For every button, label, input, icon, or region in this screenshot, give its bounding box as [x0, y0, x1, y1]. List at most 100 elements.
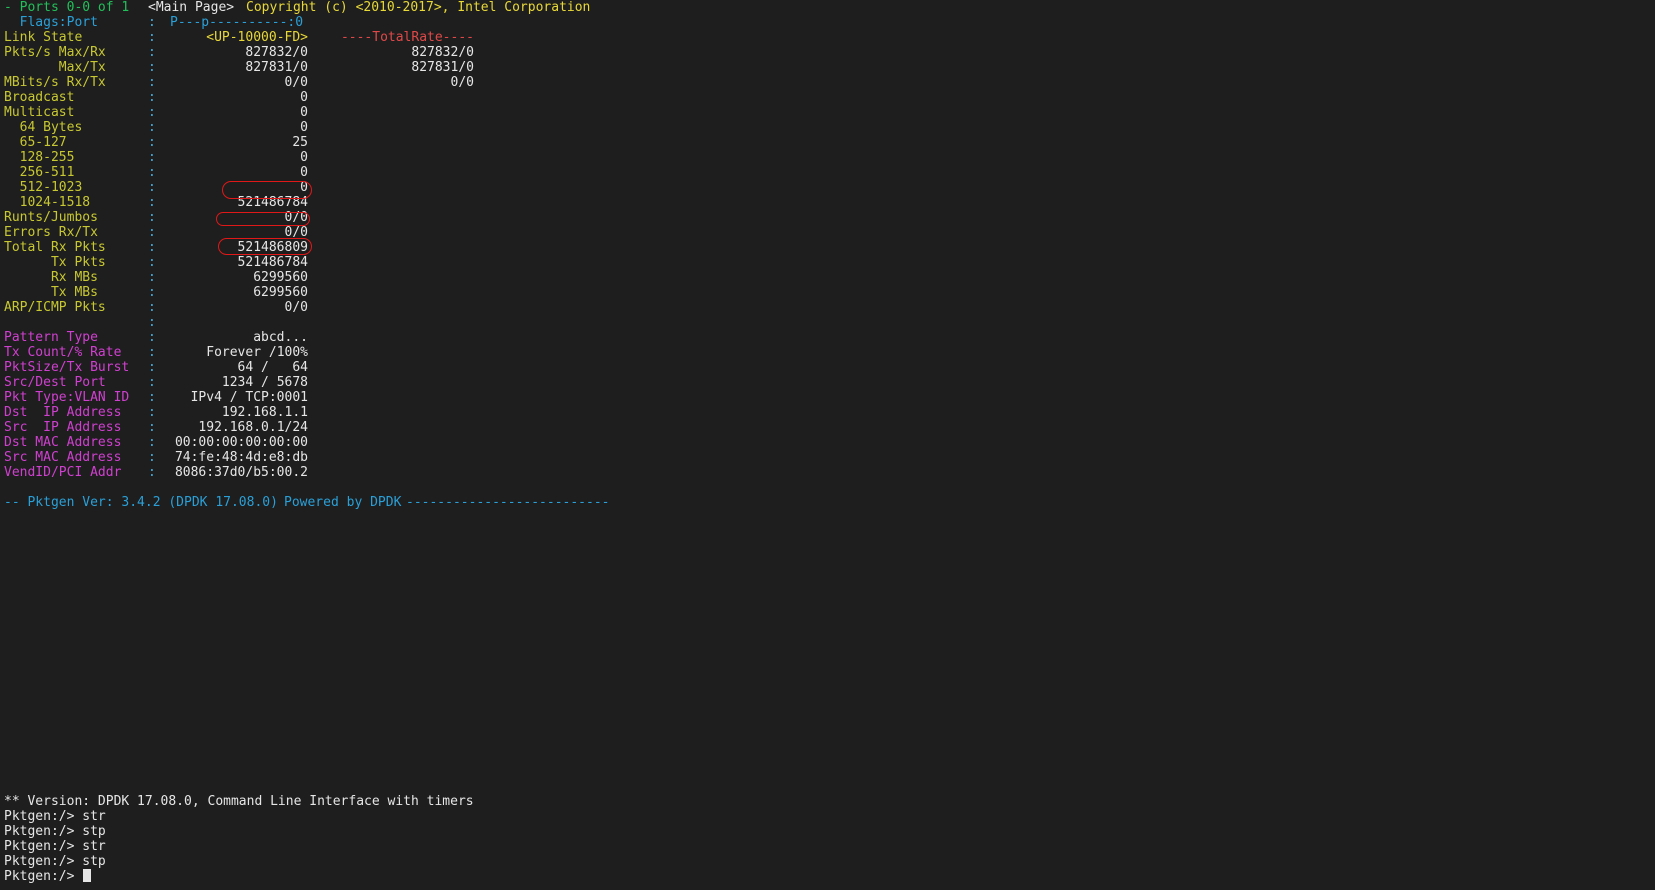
row-colon: :	[148, 120, 156, 135]
config-row: PktSize/Tx Burst: 64 / 64	[4, 360, 1644, 375]
config-label: Src MAC Address	[4, 450, 122, 465]
row-colon: :	[148, 150, 156, 165]
stats-row: MBits/s Rx/Tx: 0/0 0/0	[4, 75, 1644, 90]
text-cursor	[83, 869, 92, 882]
stats-row: 65-127: 25	[4, 135, 1644, 150]
row-colon: :	[148, 135, 156, 150]
stat-value: 0	[300, 150, 308, 165]
stat-label: MBits/s Rx/Tx	[4, 75, 106, 90]
row-colon: :	[148, 450, 156, 465]
row-colon: :	[148, 315, 156, 330]
page-name: <Main Page>	[148, 0, 235, 15]
stat-label: Multicast	[4, 105, 75, 120]
cli-prompt-line[interactable]: Pktgen:/>	[4, 869, 1644, 884]
config-value: 64 / 64	[237, 360, 308, 375]
config-value: 192.168.1.1	[221, 405, 308, 420]
stats-row: Errors Rx/Tx: 0/0	[4, 225, 1644, 240]
port-stats: Pkts/s Max/Rx: 827832/0 827832/0 Max/Tx: 82…	[4, 45, 1644, 330]
row-colon: :	[148, 210, 156, 225]
row-colon: :	[148, 45, 156, 60]
row-colon: :	[148, 105, 156, 120]
config-label: Dst IP Address	[4, 405, 122, 420]
footer-line: -- Pktgen Ver: 3.4.2 (DPDK 17.08.0) Powe…	[4, 495, 1644, 510]
stat-label: 1024-1518	[4, 195, 91, 210]
stats-row: :	[4, 315, 1644, 330]
config-label: Pattern Type	[4, 330, 98, 345]
stat-label: Runts/Jumbos	[4, 210, 98, 225]
row-colon: :	[148, 15, 156, 30]
stat-value: 521486809	[237, 240, 308, 255]
stat-value: 6299560	[253, 285, 308, 300]
stat-value: 0/0	[284, 210, 308, 225]
row-colon: :	[148, 90, 156, 105]
stat-label: 128-255	[4, 150, 75, 165]
pktgen-version: -- Pktgen Ver: 3.4.2 (DPDK 17.08.0)	[4, 495, 278, 510]
cli-history-line: Pktgen:/> stp	[4, 824, 106, 839]
port-config: Pattern Type: abcd... Tx Count/% Rate: Fore…	[4, 330, 1644, 480]
stat-value: 0	[300, 90, 308, 105]
cli-version: ** Version: DPDK 17.08.0, Command Line I…	[4, 794, 474, 809]
stat-value: 25	[292, 135, 308, 150]
stat-total: 827832/0	[411, 45, 474, 60]
config-row: Pkt Type:VLAN ID: IPv4 / TCP:0001	[4, 390, 1644, 405]
stat-value: 827832/0	[245, 45, 308, 60]
row-colon: :	[148, 360, 156, 375]
stat-label: Total Rx Pkts	[4, 240, 106, 255]
row-colon: :	[148, 165, 156, 180]
flags-label: Flags:Port	[4, 15, 98, 30]
row-colon: :	[148, 180, 156, 195]
stats-row: Max/Tx: 827831/0 827831/0	[4, 60, 1644, 75]
stat-value: 521486784	[237, 255, 308, 270]
stat-value: 827831/0	[245, 60, 308, 75]
row-colon: :	[148, 405, 156, 420]
config-value: Forever /100%	[206, 345, 308, 360]
row-colon: :	[148, 270, 156, 285]
stat-value: 0	[300, 180, 308, 195]
config-label: Src IP Address	[4, 420, 122, 435]
stat-label: ARP/ICMP Pkts	[4, 300, 106, 315]
config-row: Pattern Type: abcd...	[4, 330, 1644, 345]
config-row: Src/Dest Port: 1234 / 5678	[4, 375, 1644, 390]
config-label: Src/Dest Port	[4, 375, 106, 390]
stat-label: Max/Tx	[4, 60, 106, 75]
stats-row: Runts/Jumbos: 0/0	[4, 210, 1644, 225]
stats-row: 128-255: 0	[4, 150, 1644, 165]
stats-row: 1024-1518: 521486784	[4, 195, 1644, 210]
stat-value: 0	[300, 120, 308, 135]
stats-row: Pkts/s Max/Rx: 827832/0 827832/0	[4, 45, 1644, 60]
stats-row: Broadcast: 0	[4, 90, 1644, 105]
config-row: Src IP Address: 192.168.0.1/24	[4, 420, 1644, 435]
stat-label: Pkts/s Max/Rx	[4, 45, 106, 60]
config-value: abcd...	[253, 330, 308, 345]
row-colon: :	[148, 300, 156, 315]
row-colon: :	[148, 60, 156, 75]
row-colon: :	[148, 30, 156, 45]
stat-label: Broadcast	[4, 90, 75, 105]
stats-row: Rx MBs: 6299560	[4, 270, 1644, 285]
pktgen-screen: - Ports 0-0 of 1 <Main Page> Copyright (…	[4, 0, 1644, 510]
config-row: Dst IP Address: 192.168.1.1	[4, 405, 1644, 420]
total-rate-header: ----TotalRate----	[340, 30, 474, 45]
config-value: IPv4 / TCP:0001	[190, 390, 308, 405]
stat-total: 0/0	[450, 75, 474, 90]
row-colon: :	[148, 75, 156, 90]
command-line[interactable]: ** Version: DPDK 17.08.0, Command Line I…	[4, 794, 1644, 884]
cli-history-line: Pktgen:/> str	[4, 839, 106, 854]
cli-history: Pktgen:/> str Pktgen:/> stp Pktgen:/> str P…	[4, 809, 1644, 869]
config-label: Pkt Type:VLAN ID	[4, 390, 130, 405]
config-label: Tx Count/% Rate	[4, 345, 122, 360]
stat-label: 64 Bytes	[4, 120, 83, 135]
config-row: Tx Count/% Rate: Forever /100%	[4, 345, 1644, 360]
ports-range: - Ports 0-0 of 1	[4, 0, 130, 15]
stat-value: 0/0	[284, 300, 308, 315]
row-colon: :	[148, 195, 156, 210]
config-value: 00:00:00:00:00:00	[174, 435, 308, 450]
cli-prompt: Pktgen:/>	[4, 869, 83, 884]
row-colon: :	[148, 465, 156, 480]
row-colon: :	[148, 330, 156, 345]
config-value: 8086:37d0/b5:00.2	[174, 465, 308, 480]
stats-row: Total Rx Pkts: 521486809	[4, 240, 1644, 255]
config-label: VendID/PCI Addr	[4, 465, 122, 480]
config-row: Src MAC Address: 74:fe:48:4d:e8:db	[4, 450, 1644, 465]
